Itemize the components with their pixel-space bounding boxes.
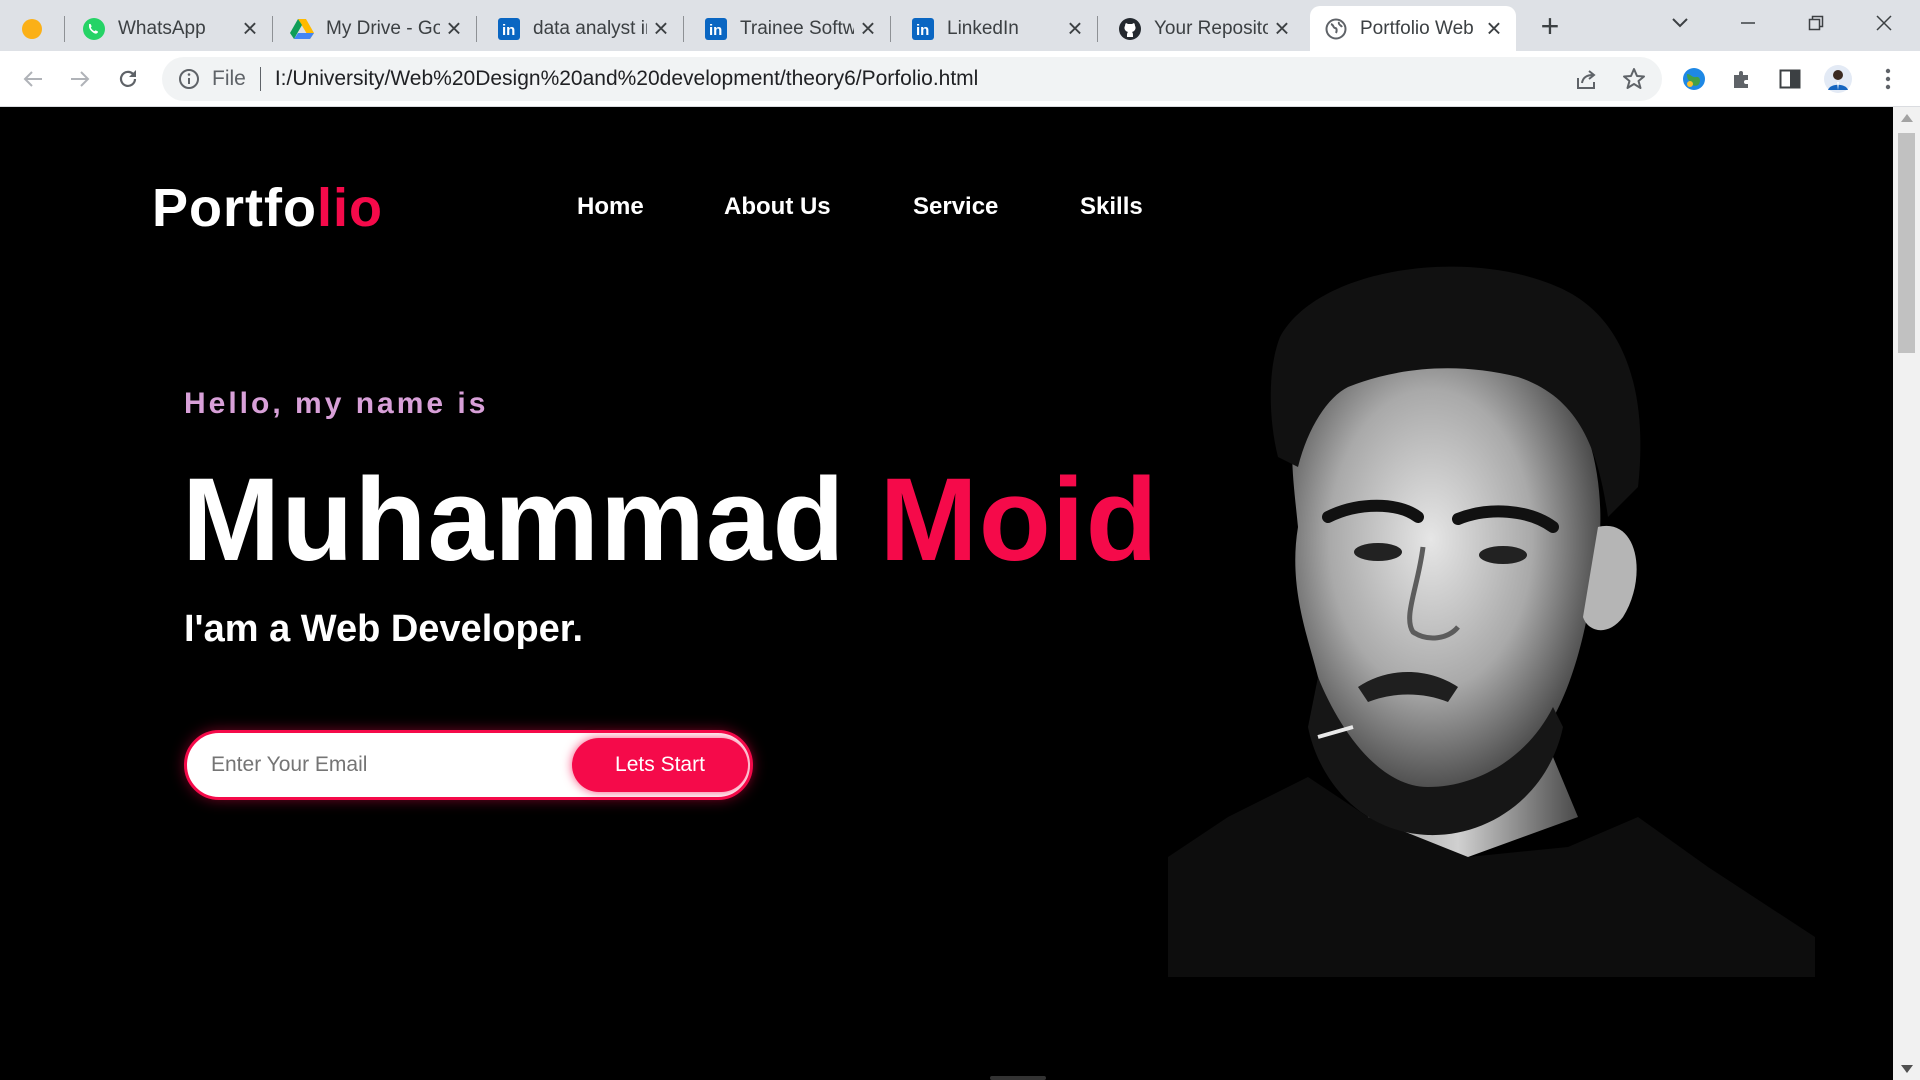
tab-pinned[interactable] (0, 6, 65, 51)
tab-title: WhatsApp (118, 17, 206, 39)
address-bar: File I:/University/Web%20Design%20and%20… (0, 51, 1920, 107)
github-icon (1118, 17, 1142, 41)
page-scrollbar[interactable] (1893, 107, 1920, 1080)
linkedin-icon: in (704, 17, 728, 41)
svg-text:in: in (916, 22, 929, 39)
close-icon[interactable]: × (1061, 13, 1089, 43)
logo-accent: lio (316, 178, 383, 238)
back-button[interactable] (15, 61, 51, 97)
whatsapp-icon (82, 17, 106, 41)
email-form: Enter Your Email Lets Start (184, 730, 753, 800)
portrait-photo (1168, 266, 1815, 977)
hero-first-name: Muhammad (182, 454, 846, 586)
nav-service[interactable]: Service (913, 193, 998, 221)
hero-greeting: Hello, my name is (184, 387, 489, 420)
close-window-button[interactable] (1864, 6, 1904, 40)
bookmark-star-icon[interactable] (1616, 61, 1652, 97)
tab-title: Trainee Softw (740, 17, 854, 39)
forward-button[interactable] (62, 61, 98, 97)
linkedin-icon: in (911, 17, 935, 41)
globe-icon (1324, 17, 1348, 41)
logo-main: Portfo (152, 178, 317, 238)
hero-role: I'am a Web Developer. (184, 608, 584, 650)
scheme-label: File (212, 67, 246, 90)
portfolio-page: Portfolio Home About Us Service Skills H… (0, 107, 1893, 1080)
close-icon[interactable]: × (236, 13, 264, 43)
linkedin-icon: in (497, 17, 521, 41)
omnibox[interactable]: File I:/University/Web%20Design%20and%20… (162, 57, 1662, 101)
close-icon[interactable]: × (854, 13, 882, 43)
nav-home[interactable]: Home (577, 193, 644, 221)
tab-trainee-software[interactable]: in Trainee Softw × (690, 6, 891, 51)
menu-kebab-icon[interactable] (1870, 61, 1906, 97)
site-logo[interactable]: Portfolio (152, 177, 383, 239)
svg-text:in: in (709, 22, 722, 39)
reload-button[interactable] (110, 61, 146, 97)
scroll-up-arrow-icon[interactable] (1901, 114, 1913, 122)
tab-title: Portfolio Web (1360, 17, 1474, 39)
side-panel-icon[interactable] (1772, 61, 1808, 97)
tab-title: LinkedIn (947, 17, 1019, 39)
tab-title: My Drive - Go (326, 17, 440, 39)
close-icon[interactable]: × (647, 13, 675, 43)
email-input[interactable]: Enter Your Email (211, 753, 367, 777)
close-icon[interactable]: × (1480, 13, 1508, 43)
scroll-down-arrow-icon[interactable] (1901, 1065, 1913, 1073)
tab-title: data analyst ir (533, 17, 647, 39)
close-icon[interactable]: × (440, 13, 468, 43)
tab-search-icon[interactable] (1660, 6, 1700, 40)
hero-last-name: Moid (879, 454, 1159, 586)
tab-portfolio[interactable]: Portfolio Web × (1310, 6, 1516, 51)
hero-name: Muhammad Moid (182, 452, 1159, 588)
tab-github[interactable]: Your Reposito × (1104, 6, 1304, 51)
scrollbar-thumb[interactable] (1898, 133, 1915, 353)
svg-text:in: in (502, 22, 515, 39)
url-text[interactable]: I:/University/Web%20Design%20and%20devel… (275, 67, 979, 91)
google-drive-icon (290, 17, 314, 41)
tab-whatsapp[interactable]: WhatsApp × (68, 6, 273, 51)
tab-title: Your Reposito (1154, 17, 1268, 39)
tab-data-analyst[interactable]: in data analyst ir × (483, 6, 684, 51)
orange-dot-icon (20, 17, 44, 41)
minimize-button[interactable] (1728, 6, 1768, 40)
info-icon[interactable] (178, 68, 200, 90)
tab-google-drive[interactable]: My Drive - Go × (276, 6, 477, 51)
new-tab-button[interactable]: + (1533, 8, 1567, 44)
extension-globe-icon[interactable] (1676, 61, 1712, 97)
profile-avatar[interactable] (1820, 61, 1856, 97)
close-icon[interactable]: × (1268, 13, 1296, 43)
nav-skills[interactable]: Skills (1080, 193, 1143, 221)
scroll-indicator (990, 1076, 1046, 1080)
lets-start-button[interactable]: Lets Start (572, 738, 748, 792)
tab-linkedin[interactable]: in LinkedIn × (897, 6, 1098, 51)
restore-button[interactable] (1796, 6, 1836, 40)
browser-tab-strip: WhatsApp × My Drive - Go × in data analy… (0, 0, 1920, 51)
divider (259, 67, 261, 91)
nav-about-us[interactable]: About Us (724, 193, 831, 221)
extensions-puzzle-icon[interactable] (1724, 61, 1760, 97)
share-icon[interactable] (1568, 61, 1604, 97)
